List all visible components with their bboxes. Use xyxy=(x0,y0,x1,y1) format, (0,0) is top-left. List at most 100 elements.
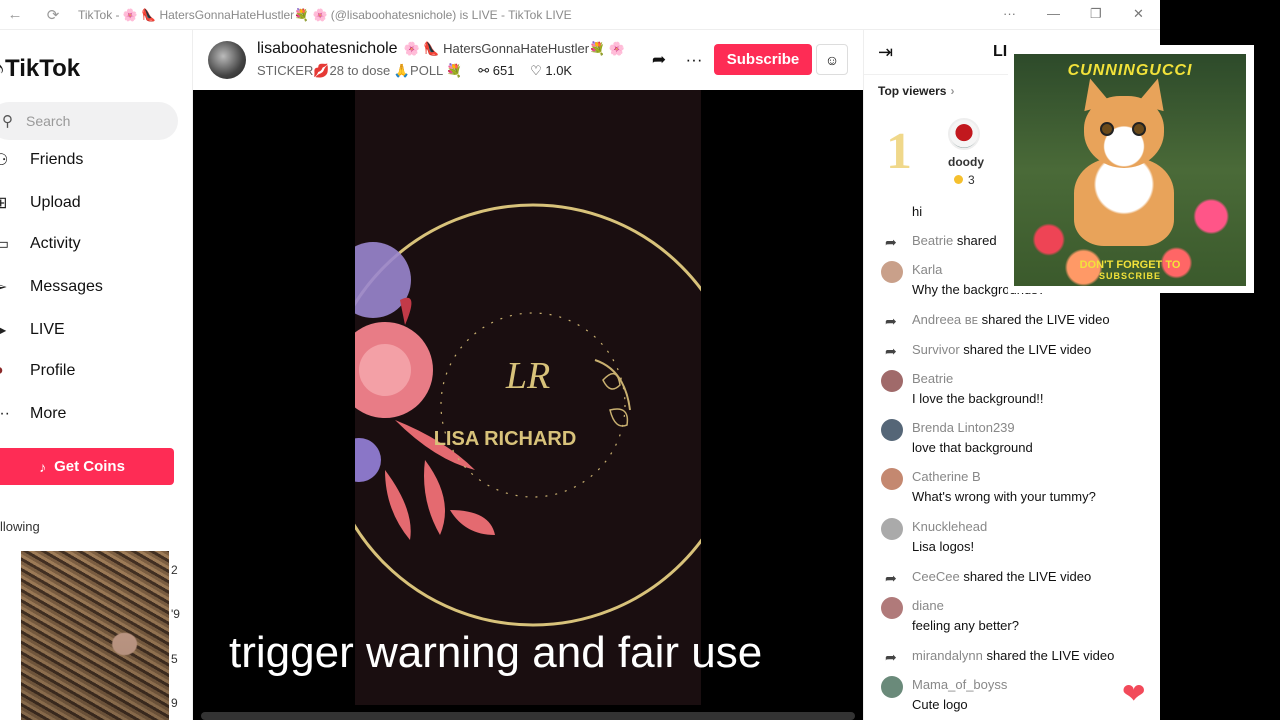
share-action: shared the LIVE video xyxy=(978,312,1110,327)
chat-username[interactable]: CeeCee xyxy=(912,569,960,584)
chat-text: Lisa logos! xyxy=(912,539,975,554)
chat-username[interactable]: Mama_of_boyss xyxy=(912,677,1007,692)
leaf xyxy=(385,470,411,540)
chat-username[interactable]: Brenda Linton239 xyxy=(912,420,1015,435)
leaf xyxy=(424,460,445,535)
window-titlebar: ← ⟳ TikTok - 🌸 👠 HatersGonnaHateHustler💐… xyxy=(0,0,1160,30)
promo-cat-image: CUNNINGUCCI DON'T FORGET TO SUBSCRIBE xyxy=(1014,54,1246,286)
host-avatar[interactable] xyxy=(208,41,246,79)
chat-username[interactable]: Catherine B xyxy=(912,469,981,484)
share-icon: ➦ xyxy=(885,570,897,586)
share-action: shared the LIVE video xyxy=(982,648,1115,663)
window-title: TikTok - 🌸 👠 HatersGonnaHateHustler💐 🌸 (… xyxy=(78,7,572,22)
follow-user-button[interactable]: ☺ xyxy=(816,44,848,75)
restore-icon[interactable]: ❐ xyxy=(1090,6,1102,22)
chat-username[interactable]: Beatrie xyxy=(912,371,953,386)
like-count: ♡ 1.0K xyxy=(530,63,573,78)
screen: ← ⟳ TikTok - 🌸 👠 HatersGonnaHateHustler💐… xyxy=(0,0,1280,720)
pink-rose-center xyxy=(359,344,411,396)
chat-avatar[interactable] xyxy=(881,370,903,392)
video-frame: LR LISA RICHARD xyxy=(355,90,701,705)
sidebar-item-label: More xyxy=(30,405,67,422)
live-video-player[interactable]: LR LISA RICHARD trigger warning and fair… xyxy=(193,90,863,720)
top-viewers-link[interactable]: Top viewers › xyxy=(878,84,954,98)
get-coins-button[interactable]: ♪ Get Coins xyxy=(0,448,174,485)
tiktok-logo[interactable]: ♪TikTok xyxy=(0,55,80,83)
chat-username[interactable]: Knucklehead xyxy=(912,519,987,534)
chat-avatar[interactable] xyxy=(881,419,903,441)
chat-avatar[interactable] xyxy=(881,597,903,619)
following-count: 5 xyxy=(171,652,178,666)
share-action: shared the LIVE video xyxy=(959,569,1092,584)
top-viewer-coin-count: 3 xyxy=(968,173,975,187)
logo-monogram: LR xyxy=(505,355,550,397)
top-viewer-name[interactable]: doody xyxy=(948,155,984,169)
video-progress-bar[interactable] xyxy=(201,712,855,720)
chat-text: hi xyxy=(912,204,923,219)
back-icon[interactable]: ← xyxy=(4,6,26,23)
search-input[interactable]: ⚲ Search xyxy=(0,102,178,140)
purple-flower-small xyxy=(355,438,381,482)
leaf xyxy=(400,297,412,325)
sidebar-item-live[interactable]: ▶ LIVE xyxy=(0,320,65,340)
following-heading: llowing xyxy=(0,519,40,534)
gold-bud xyxy=(602,372,621,390)
more-options-button[interactable]: ··· xyxy=(678,44,710,76)
share-button[interactable]: ➦ xyxy=(643,44,675,76)
chat-username[interactable]: mirandalynn xyxy=(912,648,983,663)
chat-username[interactable]: Beatrie xyxy=(912,233,953,248)
stream-info: STICKER💋28 to dose 🙏POLL 💐 ⚯ 651 ♡ 1.0K xyxy=(257,63,572,79)
share-icon: ➦ xyxy=(885,343,897,359)
top-viewer-avatar[interactable] xyxy=(948,118,980,150)
share-text: Survivor shared the LIVE video xyxy=(912,342,1091,357)
chat-avatar[interactable] xyxy=(881,468,903,490)
promo-cta-line2: SUBSCRIBE xyxy=(1098,271,1161,281)
top-viewer-coins: 3 xyxy=(954,173,975,187)
sidebar-item-profile[interactable]: ● Profile xyxy=(0,362,75,380)
more-icon: ··· xyxy=(0,405,10,422)
profile-icon: ● xyxy=(0,362,22,380)
video-caption: trigger warning and fair use xyxy=(229,628,763,677)
following-count: '9 xyxy=(171,607,180,621)
share-icon: ➦ xyxy=(885,649,897,665)
share-text: Andreea ʙᴇ shared the LIVE video xyxy=(912,312,1110,327)
chat-username[interactable]: Survivor xyxy=(912,342,960,357)
chat-username[interactable]: Karla xyxy=(912,262,942,277)
gold-branch xyxy=(594,359,631,411)
sidebar-item-activity[interactable]: ▭ Activity xyxy=(0,234,81,254)
chat-avatar[interactable] xyxy=(881,676,903,698)
window-more-icon[interactable]: ··· xyxy=(1003,6,1016,21)
collapse-panel-icon[interactable]: ⇥ xyxy=(878,42,893,63)
search-icon: ⚲ xyxy=(2,113,13,130)
share-text: Beatrie shared xyxy=(912,233,997,248)
share-text: mirandalynn shared the LIVE video xyxy=(912,648,1114,663)
sidebar-item-more[interactable]: ··· More xyxy=(0,405,66,423)
chat-text: Cute logo xyxy=(912,697,968,712)
promo-title: CUNNINGUCCI xyxy=(1067,62,1193,79)
minimize-icon[interactable]: — xyxy=(1047,6,1060,21)
chat-username[interactable]: diane xyxy=(912,598,944,613)
promo-cta-line1: DON'T FORGET TO xyxy=(1079,259,1181,271)
like-heart-icon[interactable]: ❤ xyxy=(1122,677,1145,710)
sidebar-item-label: Activity xyxy=(30,235,81,252)
share-text: CeeCee shared the LIVE video xyxy=(912,569,1091,584)
share-icon: ➦ xyxy=(885,313,897,329)
close-icon[interactable]: ✕ xyxy=(1133,6,1144,22)
more-icon: ··· xyxy=(685,50,703,69)
gold-bud xyxy=(609,408,629,427)
share-icon: ➦ xyxy=(885,234,897,250)
subscribe-button[interactable]: Subscribe xyxy=(714,44,812,75)
following-count: 9 xyxy=(171,696,178,710)
sidebar-item-friends[interactable]: ⚇ Friends xyxy=(0,150,83,170)
viewer-count: ⚯ 651 xyxy=(478,63,515,78)
sidebar-item-messages[interactable]: ➢ Messages xyxy=(0,277,103,297)
chat-username[interactable]: Andreea ʙᴇ xyxy=(912,312,978,327)
sidebar-item-upload[interactable]: ⊞ Upload xyxy=(0,193,81,213)
reload-icon[interactable]: ⟳ xyxy=(42,6,64,24)
host-username[interactable]: lisaboohatesnichole xyxy=(257,40,398,57)
coin-icon: ♪ xyxy=(39,458,47,475)
chat-avatar[interactable] xyxy=(881,261,903,283)
chat-avatar[interactable] xyxy=(881,518,903,540)
live-icon: ▶ xyxy=(0,322,7,339)
friends-icon: ⚇ xyxy=(0,152,9,169)
